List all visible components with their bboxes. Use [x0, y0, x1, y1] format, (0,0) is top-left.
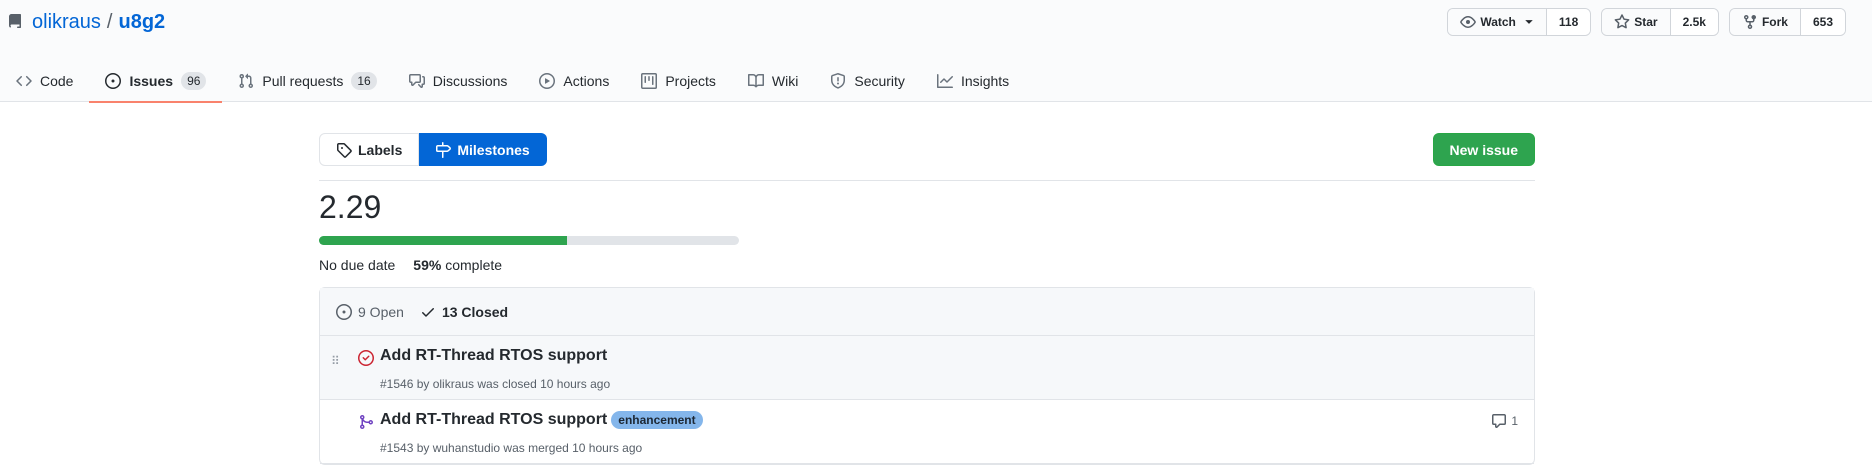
- milestones-button[interactable]: Milestones: [419, 133, 547, 166]
- repo-actions: Watch 118 Star 2.5k Fork 653: [1447, 8, 1846, 36]
- tab-label: Code: [40, 73, 74, 89]
- list-item[interactable]: Add RT-Thread RTOS support enhancement #…: [320, 400, 1534, 464]
- repo-title: olikraus / u8g2: [7, 9, 165, 35]
- star-button[interactable]: Star: [1602, 9, 1671, 35]
- milestone-page: Labels Milestones New issue 2.29 No due …: [319, 133, 1535, 465]
- star-icon: [1614, 14, 1630, 29]
- tab-discussions[interactable]: Discussions: [393, 60, 524, 102]
- tab-pull-requests[interactable]: Pull requests 16: [222, 60, 392, 102]
- closed-count-label: 13 Closed: [441, 303, 509, 320]
- star-label: Star: [1634, 15, 1658, 29]
- comment-icon: [1492, 414, 1507, 428]
- star-count[interactable]: 2.5k: [1670, 9, 1718, 35]
- fork-button-group: Fork 653: [1728, 8, 1846, 36]
- tab-insights[interactable]: Insights: [921, 60, 1025, 102]
- milestones-label: Milestones: [457, 141, 530, 158]
- book-icon: [747, 73, 764, 88]
- repo-icon: [7, 14, 23, 30]
- merged-icon: [360, 415, 374, 429]
- issue-title-text: Add RT-Thread RTOS support: [380, 411, 608, 428]
- repo-owner-link[interactable]: olikraus: [32, 11, 101, 34]
- tab-code[interactable]: Code: [0, 60, 89, 102]
- labels-milestones-switch: Labels Milestones: [319, 133, 1535, 166]
- open-issues-filter[interactable]: 9 Open: [336, 303, 404, 320]
- list-item[interactable]: ⠿ Add RT-Thread RTOS support #1546 by ol…: [320, 336, 1534, 400]
- tab-label: Wiki: [771, 73, 799, 89]
- milestone-due-date: No due date: [319, 257, 396, 273]
- tab-label: Insights: [960, 73, 1010, 89]
- issue-list-header: 9 Open 13 Closed: [320, 288, 1534, 336]
- chevron-down-icon: [1525, 20, 1533, 24]
- discussions-icon: [408, 74, 425, 88]
- project-icon: [641, 73, 658, 89]
- tab-issues[interactable]: Issues 96: [89, 60, 223, 103]
- tab-projects[interactable]: Projects: [625, 60, 732, 102]
- tab-label: Discussions: [432, 73, 508, 89]
- check-icon: [421, 307, 434, 317]
- milestone-progress-bar: [319, 236, 739, 245]
- tab-label: Actions: [563, 73, 610, 89]
- issue-closed-icon: [358, 350, 374, 366]
- issue-icon: [105, 73, 122, 89]
- pull-requests-count-badge: 16: [351, 72, 377, 90]
- tag-icon: [337, 142, 352, 158]
- labels-button[interactable]: Labels: [319, 133, 420, 166]
- pull-request-icon: [239, 73, 254, 89]
- milestone-percent: 59% complete: [413, 257, 502, 273]
- tab-security[interactable]: Security: [814, 60, 921, 102]
- comment-count: 1: [1511, 414, 1518, 428]
- divider: [319, 180, 1535, 181]
- tab-label: Security: [854, 73, 905, 89]
- fork-button[interactable]: Fork: [1729, 9, 1801, 35]
- enhancement-label[interactable]: enhancement: [611, 411, 703, 429]
- tab-wiki[interactable]: Wiki: [732, 60, 814, 102]
- tab-label: Projects: [665, 73, 716, 89]
- repo-name-link[interactable]: u8g2: [118, 11, 165, 34]
- issue-title-text: Add RT-Thread RTOS support: [380, 347, 608, 364]
- shield-icon: [831, 73, 846, 89]
- star-button-group: Star 2.5k: [1601, 8, 1719, 36]
- issue-list: 9 Open 13 Closed ⠿ Add RT-Thread RTOS su…: [319, 287, 1535, 465]
- issue-title-link[interactable]: Add RT-Thread RTOS support: [380, 347, 607, 365]
- milestone-percent-value: 59%: [413, 257, 442, 273]
- issue-meta: #1546 by olikraus was closed 10 hours ag…: [380, 377, 611, 391]
- issue-open-icon: [336, 303, 352, 320]
- play-icon: [539, 73, 556, 89]
- fork-label: Fork: [1761, 15, 1788, 29]
- tab-label: Issues: [129, 73, 174, 89]
- milestone-percent-suffix: complete: [441, 257, 503, 273]
- repo-header: olikraus / u8g2 Watch 118 Star 2.5k Fork: [0, 0, 1872, 103]
- repo-separator: /: [106, 10, 113, 33]
- tab-label: Pull requests: [262, 73, 344, 89]
- watch-label: Watch: [1480, 15, 1516, 29]
- issue-title-link[interactable]: Add RT-Thread RTOS support enhancement: [380, 411, 703, 429]
- fork-count[interactable]: 653: [1800, 9, 1845, 35]
- open-count-label: 9 Open: [358, 303, 404, 320]
- graph-icon: [936, 74, 953, 88]
- closed-issues-filter[interactable]: 13 Closed: [420, 304, 508, 320]
- milestone-progress-fill: [319, 236, 567, 245]
- issue-meta: #1543 by wuhanstudio was merged 10 hours…: [380, 441, 643, 455]
- watch-button[interactable]: Watch: [1448, 9, 1547, 35]
- watch-count[interactable]: 118: [1546, 9, 1591, 35]
- drag-handle-icon[interactable]: ⠿: [331, 354, 341, 368]
- eye-icon: [1460, 16, 1477, 28]
- issues-count-badge: 96: [181, 72, 207, 90]
- milestone-icon: [436, 141, 452, 158]
- comments-link[interactable]: 1: [1491, 413, 1518, 429]
- watch-button-group: Watch 118: [1447, 8, 1592, 36]
- code-icon: [16, 75, 32, 87]
- milestone-title: 2.29: [319, 189, 382, 225]
- labels-label: Labels: [358, 141, 403, 158]
- tab-actions[interactable]: Actions: [523, 60, 625, 102]
- repo-nav-tabs: Code Issues 96 Pull requests 16 Discussi…: [0, 60, 1025, 103]
- milestone-meta: No due date 59% complete: [319, 257, 1535, 273]
- new-issue-button[interactable]: New issue: [1432, 133, 1535, 166]
- fork-icon: [1743, 15, 1756, 30]
